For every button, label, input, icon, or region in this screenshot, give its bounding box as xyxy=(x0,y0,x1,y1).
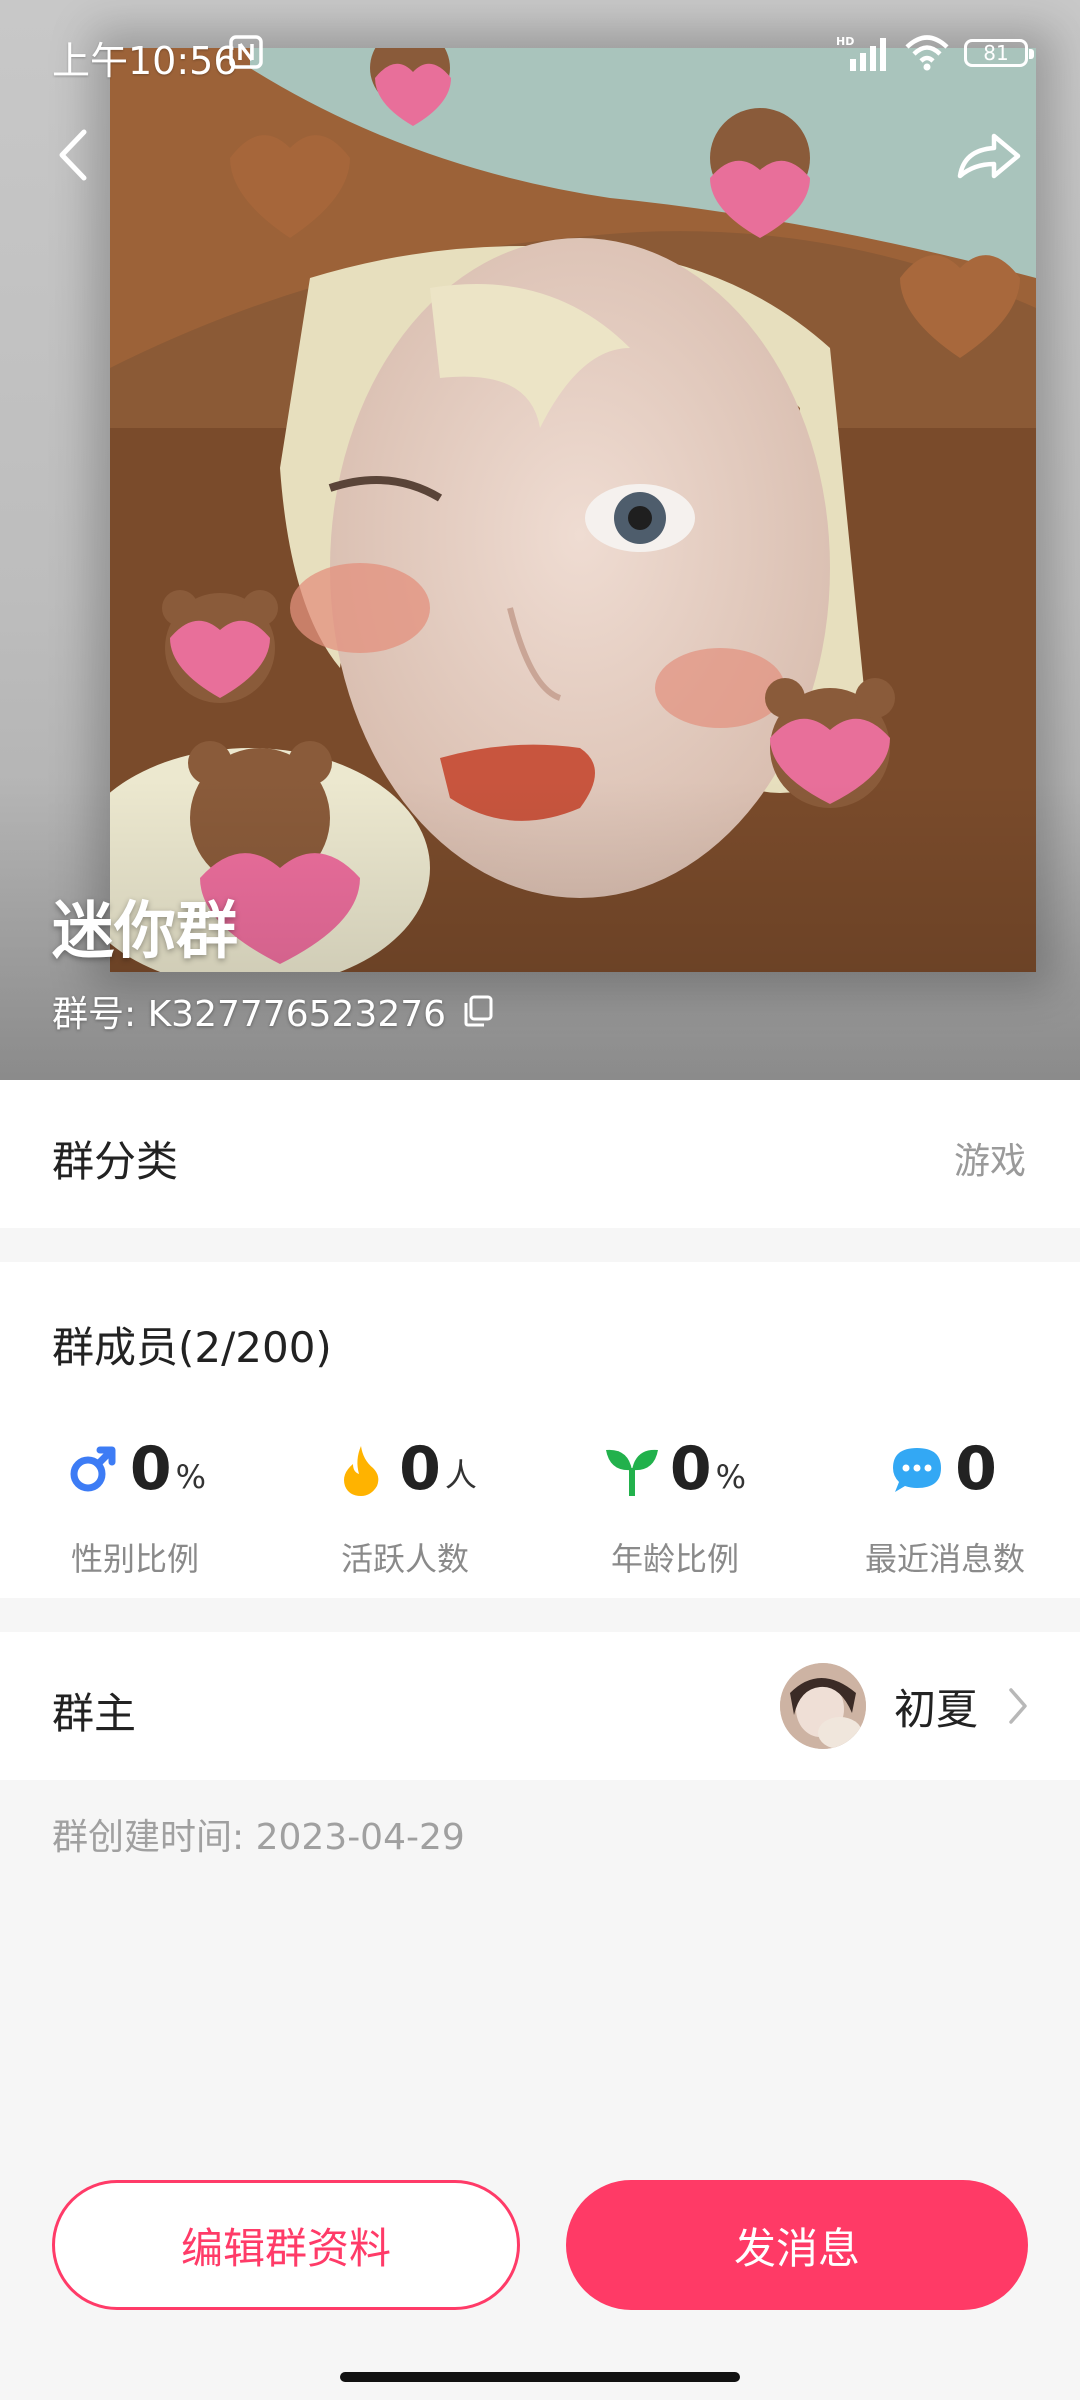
owner-label: 群主 xyxy=(52,1689,137,1738)
group-members-card: 群成员(2/200) 0 % 性别比例 0 人 活跃人数 0 % 年龄比例 0 … xyxy=(0,1262,1080,1598)
group-created-date: 群创建时间: 2023-04-29 xyxy=(52,1817,465,1858)
stat-value: 0 xyxy=(955,1434,997,1504)
stat-recent-messages: 0 最近消息数 xyxy=(810,1434,1080,1580)
home-indicator[interactable] xyxy=(340,2372,740,2382)
stat-label: 年龄比例 xyxy=(610,1540,739,1578)
stat-label: 活跃人数 xyxy=(340,1540,469,1578)
stat-gender-ratio: 0 % 性别比例 xyxy=(0,1434,270,1580)
group-name: 迷你群 xyxy=(52,894,239,967)
sprout-icon xyxy=(605,1449,658,1496)
category-label: 群分类 xyxy=(52,1137,179,1186)
edit-group-button[interactable]: 编辑群资料 xyxy=(52,2180,520,2310)
stat-value: 0 xyxy=(399,1434,441,1504)
nfc-icon xyxy=(229,35,263,69)
stat-value: 0 xyxy=(669,1434,712,1504)
stat-value: 0 xyxy=(129,1434,172,1504)
stat-unit: % xyxy=(715,1458,747,1496)
stat-unit: 人 xyxy=(444,1456,477,1494)
stat-active-members: 0 人 活跃人数 xyxy=(270,1434,540,1580)
chat-bubble-icon xyxy=(893,1448,942,1492)
members-title[interactable]: 群成员(2/200) xyxy=(52,1314,332,1375)
status-time: 上午10:56 xyxy=(52,39,238,83)
male-icon xyxy=(70,1446,116,1492)
stat-label: 性别比例 xyxy=(70,1540,199,1578)
back-arrow-icon[interactable] xyxy=(44,120,104,190)
signal-icon: HD xyxy=(836,35,886,71)
stat-unit: % xyxy=(175,1458,207,1496)
status-icons: HD 81 xyxy=(836,30,1034,76)
group-id: 群号: K327776523276 xyxy=(52,985,496,1037)
stat-age-ratio: 0 % 年龄比例 xyxy=(540,1434,810,1580)
owner-name: 初夏 xyxy=(893,1684,978,1734)
category-value: 游戏 xyxy=(953,1141,1026,1182)
chevron-right-icon xyxy=(1009,1688,1027,1724)
copy-icon[interactable] xyxy=(460,993,496,1029)
flame-icon xyxy=(344,1446,379,1496)
battery-icon: 81 xyxy=(964,39,1034,67)
group-cover-header: 上午10:56 HD 81 迷你群 群号: K327776523276 xyxy=(0,0,1080,1080)
status-bar: 上午10:56 HD 81 xyxy=(0,0,1080,108)
avatar[interactable] xyxy=(779,1663,866,1749)
member-stats: 0 % 性别比例 0 人 活跃人数 0 % 年龄比例 0 最近消息数 xyxy=(0,1434,1080,1594)
wifi-icon xyxy=(905,35,949,71)
owner-info[interactable]: 初夏 xyxy=(779,1658,1030,1754)
svg-text:HD: HD xyxy=(836,35,854,48)
battery-level: 81 xyxy=(983,41,1009,65)
stat-label: 最近消息数 xyxy=(864,1540,1025,1578)
group-category-row: 群分类 游戏 xyxy=(0,1080,1080,1228)
group-owner-row[interactable]: 群主 初夏 xyxy=(0,1632,1080,1780)
group-id-text: 群号: K327776523276 xyxy=(52,994,447,1035)
send-message-button[interactable]: 发消息 xyxy=(566,2180,1028,2310)
share-icon[interactable] xyxy=(954,124,1024,188)
